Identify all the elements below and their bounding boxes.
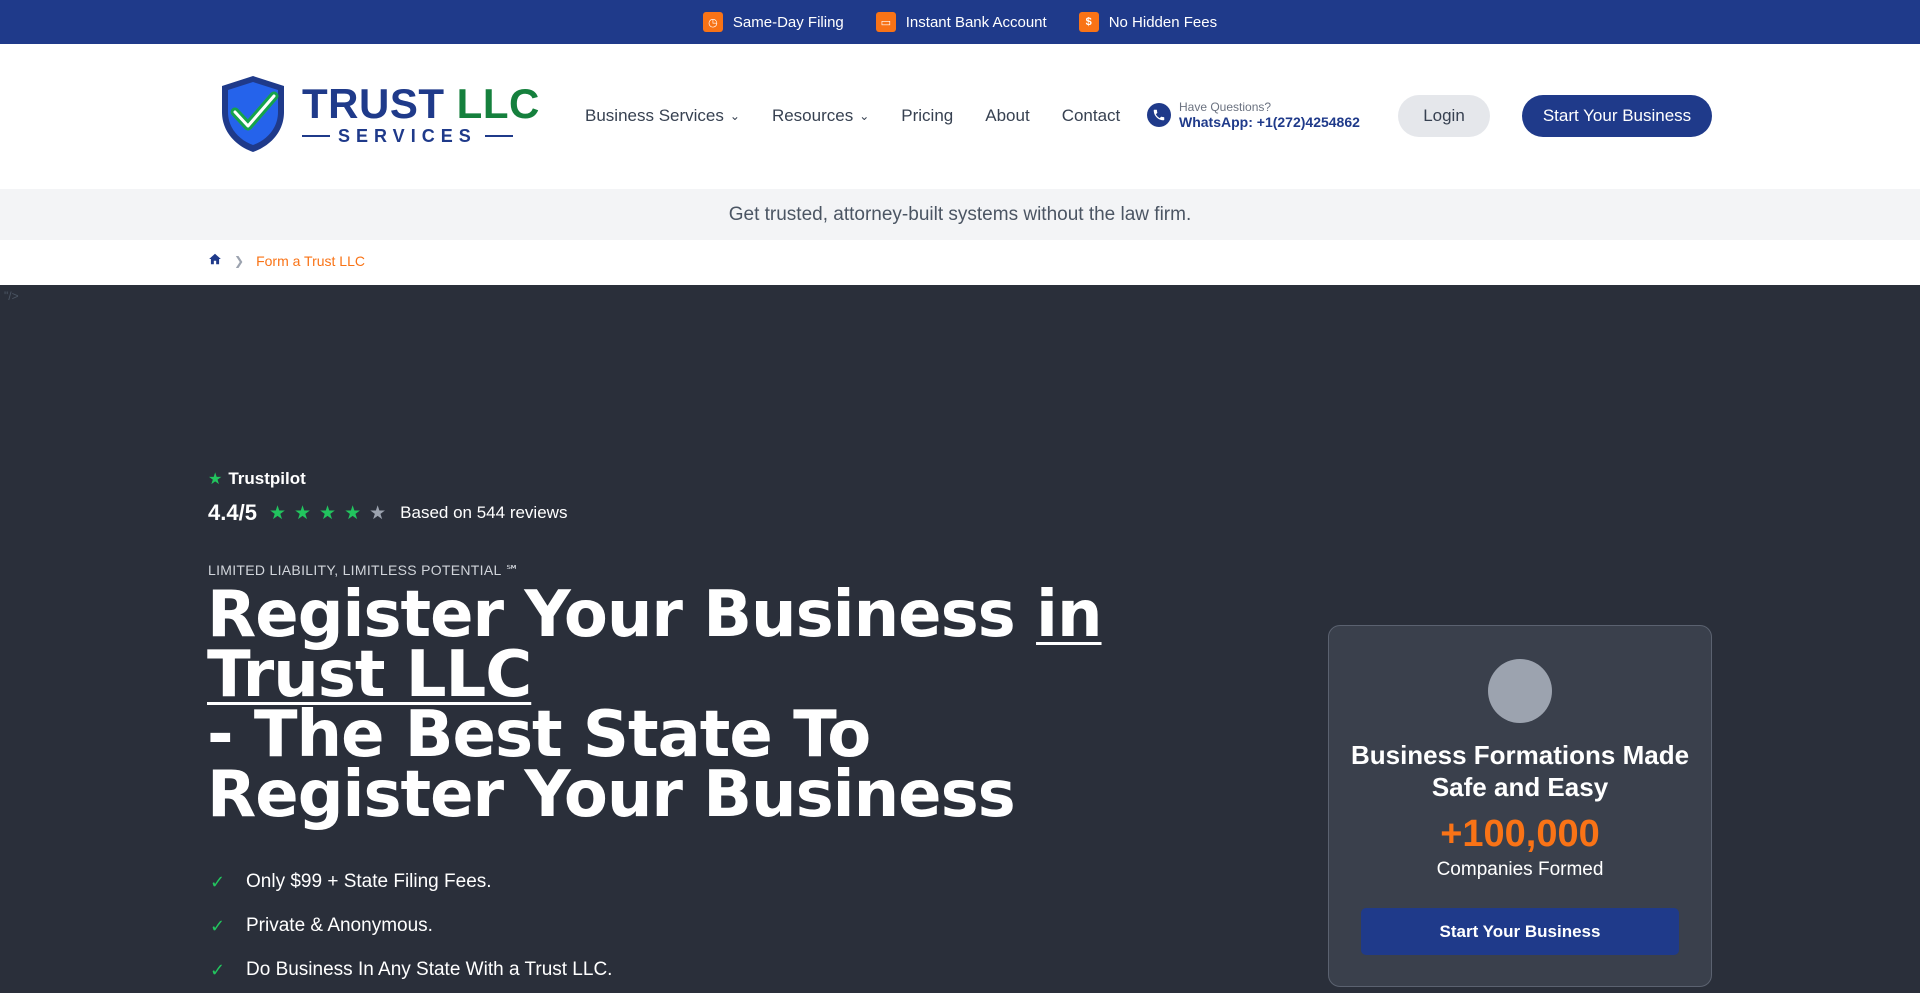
bank-card-icon: ▭ (875, 12, 896, 32)
breadcrumb-current: Form a Trust LLC (256, 252, 365, 269)
companies-count: +100,000 (1440, 813, 1600, 855)
star-icon: ★ (293, 502, 312, 524)
nav-resources[interactable]: Resources ⌄ (772, 106, 869, 126)
rating-value: 4.4/5 (208, 500, 257, 525)
promo-label: No Hidden Fees (1108, 13, 1218, 31)
card-subtitle: Companies Formed (1436, 859, 1604, 880)
shield-check-icon (222, 76, 284, 152)
promo-label: Same-Day Filing (732, 13, 844, 31)
benefit-text: Private & Anonymous. (246, 915, 433, 936)
nav-business-services[interactable]: Business Services ⌄ (585, 106, 740, 126)
main-nav: Business Services ⌄ Resources ⌄ Pricing … (585, 106, 1120, 126)
hero-headline: Register Your Business in Trust LLC - The… (207, 583, 1147, 827)
top-promo-bar: ◷ Same-Day Filing ▭ Instant Bank Account… (0, 0, 1920, 44)
login-button[interactable]: Login (1398, 95, 1490, 137)
hero-eyebrow: LIMITED LIABILITY, LIMITLESS POTENTIAL ℠ (208, 562, 520, 578)
list-item: ✓ Do Business In Any State With a Trust … (210, 948, 612, 992)
checkmark-icon: ✓ (210, 959, 226, 980)
contact-block[interactable]: Have Questions? WhatsApp: +1(272)4254862 (1147, 100, 1360, 130)
tagline-banner: Get trusted, attorney-built systems with… (0, 189, 1920, 240)
star-icon: ★ (319, 502, 337, 524)
site-header: TRUST LLC SERVICES Business Services ⌄ R… (0, 44, 1920, 189)
rating-row: 4.4/5 ★ ★ ★ ★ ★ Based on 544 reviews (208, 500, 567, 526)
review-count: Based on 544 reviews (400, 503, 568, 522)
checkmark-icon: ✓ (210, 915, 226, 936)
trustpilot-badge[interactable]: ★ Trustpilot (208, 469, 306, 489)
nav-label: Pricing (901, 106, 954, 125)
nav-pricing[interactable]: Pricing (901, 106, 953, 126)
star-icon: ★ (268, 502, 286, 524)
site-logo[interactable]: TRUST LLC SERVICES (218, 74, 540, 154)
logo-trust-text: TRUST (302, 79, 445, 127)
logo-divider (302, 135, 330, 137)
stray-markup-text: "/> (4, 289, 19, 303)
card-start-business-button[interactable]: Start Your Business (1361, 908, 1679, 955)
home-icon[interactable] (208, 252, 222, 269)
promo-same-day-filing: ◷ Same-Day Filing (702, 12, 844, 32)
promo-no-hidden-fees: $ No Hidden Fees (1078, 12, 1218, 32)
card-title: Business Formations Made Safe and Easy (1350, 740, 1690, 802)
hero-section: "/> ★ Trustpilot 4.4/5 ★ ★ ★ ★ ★ Based o… (0, 285, 1920, 993)
nav-label: Resources (771, 106, 854, 125)
nav-about[interactable]: About (985, 106, 1029, 126)
phone-icon (1147, 103, 1171, 127)
star-icon: ★ (369, 502, 387, 524)
nav-label: Contact (1061, 106, 1121, 125)
promo-label: Instant Bank Account (905, 13, 1047, 31)
nav-contact[interactable]: Contact (1062, 106, 1121, 126)
logo-services-text: SERVICES (338, 125, 477, 146)
nav-label: Business Services (585, 106, 724, 125)
star-icon: ★ (344, 502, 362, 524)
promo-instant-bank-account: ▭ Instant Bank Account (875, 12, 1047, 32)
whatsapp-phone-link[interactable]: WhatsApp: +1(272)4254862 (1179, 114, 1360, 130)
benefit-text: Do Business In Any State With a Trust LL… (246, 959, 613, 980)
logo-llc-text: LLC (456, 79, 540, 127)
start-business-button[interactable]: Start Your Business (1522, 95, 1712, 137)
breadcrumb: ❯ Form a Trust LLC (208, 252, 365, 269)
clock-icon: ◷ (702, 12, 723, 32)
checkmark-icon: ✓ (210, 871, 226, 892)
list-item: ✓ Only $99 + State Filing Fees. (210, 860, 612, 904)
dollar-icon: $ (1078, 12, 1099, 32)
chevron-down-icon: ⌄ (859, 109, 870, 123)
benefits-list: ✓ Only $99 + State Filing Fees. ✓ Privat… (210, 860, 612, 992)
chevron-right-icon: ❯ (234, 253, 245, 268)
benefit-text: Only $99 + State Filing Fees. (246, 871, 492, 892)
contact-label: Have Questions? (1179, 100, 1272, 114)
logo-divider (484, 135, 513, 137)
headline-part2: - The Best State To Register Your Busine… (207, 698, 1016, 832)
nav-label: About (985, 106, 1030, 125)
trustpilot-star-icon: ★ (208, 471, 223, 488)
avatar (1488, 659, 1552, 723)
formations-card: Business Formations Made Safe and Easy +… (1328, 625, 1712, 987)
list-item: ✓ Private & Anonymous. (210, 904, 612, 948)
trustpilot-label: Trustpilot (228, 469, 306, 488)
chevron-down-icon: ⌄ (729, 109, 740, 123)
